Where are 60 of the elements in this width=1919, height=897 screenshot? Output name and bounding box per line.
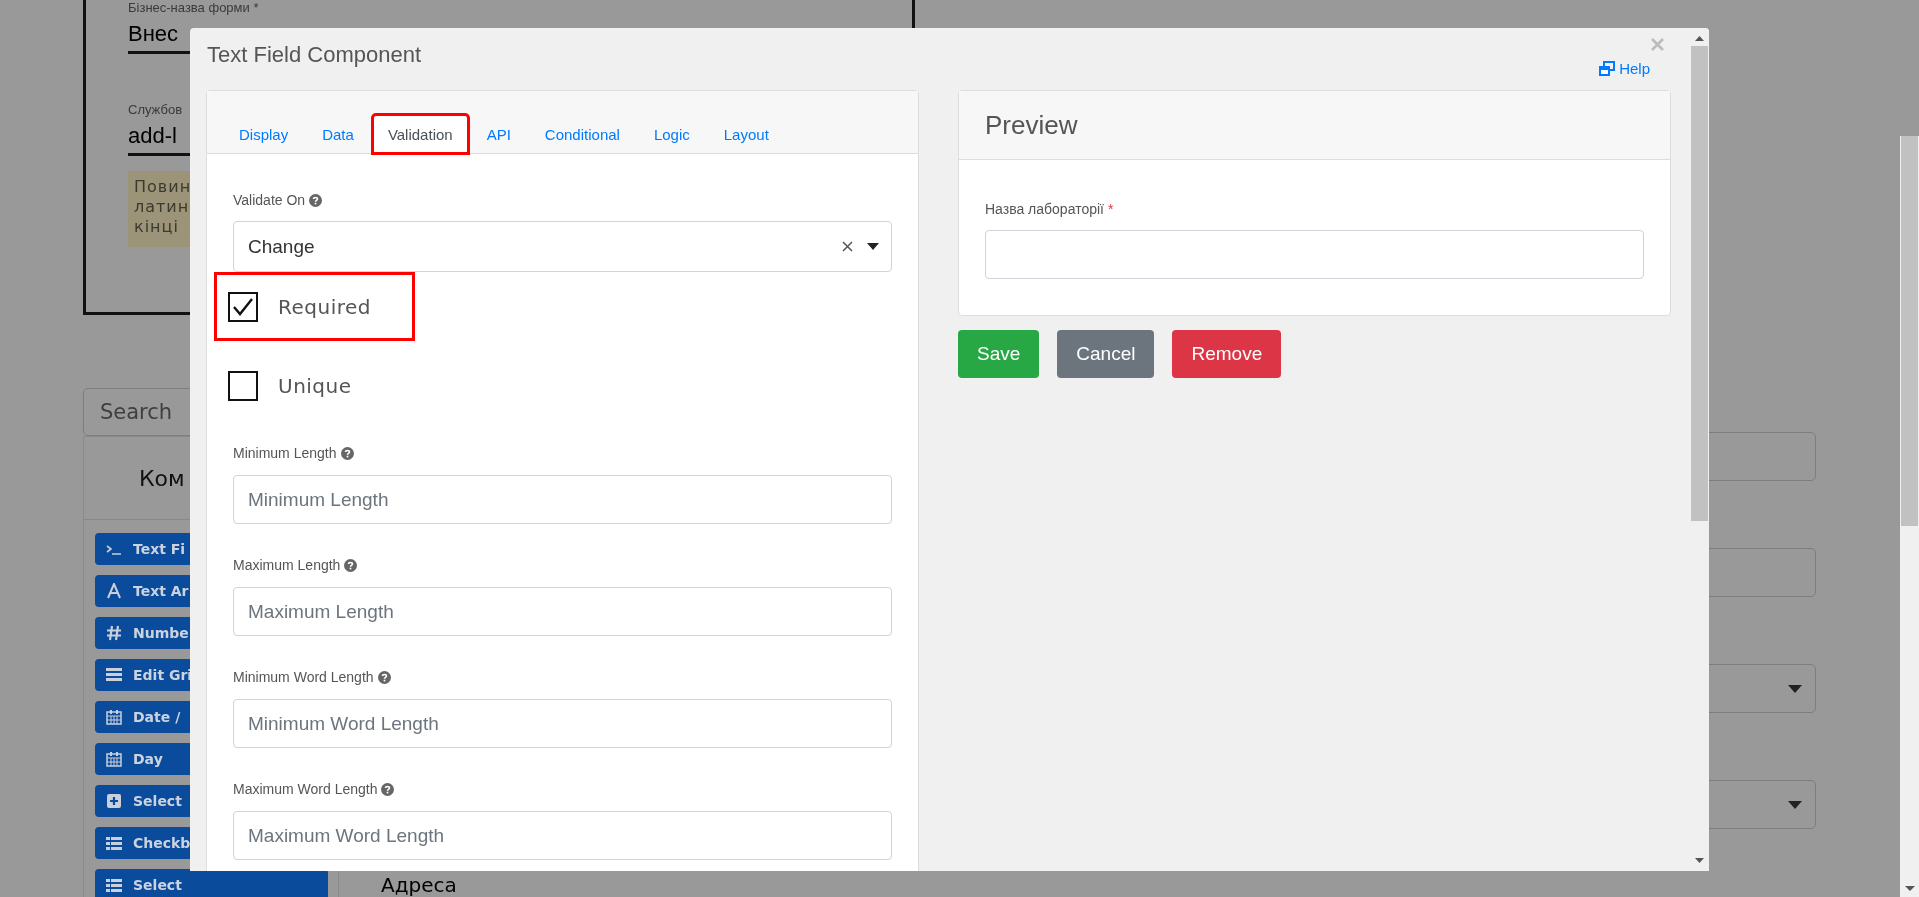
action-button[interactable]: Cancel — [1057, 330, 1155, 378]
input-field[interactable]: Maximum Length — [233, 587, 892, 636]
tab[interactable]: Display — [223, 114, 305, 154]
input-field[interactable]: Minimum Length — [233, 475, 892, 524]
scroll-down-icon[interactable] — [1695, 858, 1704, 863]
field-label: Службов — [128, 102, 183, 117]
table-icon — [106, 667, 122, 683]
tab[interactable]: Conditional — [528, 114, 636, 154]
clear-icon[interactable] — [842, 241, 853, 252]
calendar-icon — [106, 709, 122, 725]
checkbox-label: Required — [278, 294, 371, 319]
caret-icon — [1788, 684, 1802, 693]
dialog-title: Text Field Component — [207, 42, 421, 68]
plus-square-icon — [106, 793, 122, 809]
scroll-down-icon[interactable] — [1904, 886, 1915, 891]
preview-title: Preview — [985, 109, 1078, 141]
checkbox-label: Unique — [278, 373, 352, 398]
action-button[interactable]: Remove — [1172, 330, 1282, 378]
field-label: Бізнес-назва форми * — [128, 0, 259, 15]
tab[interactable]: Validation — [371, 114, 469, 154]
tab[interactable]: Layout — [707, 114, 785, 154]
checkbox[interactable] — [228, 370, 258, 401]
caret-icon — [867, 243, 879, 250]
note-text: латин — [134, 197, 190, 217]
hash-icon — [106, 625, 122, 641]
list-icon — [106, 877, 122, 893]
external-window-icon — [1599, 61, 1616, 76]
required-mark: * — [1107, 201, 1114, 217]
tab[interactable]: API — [470, 114, 527, 154]
input-field[interactable]: Maximum Word Length — [233, 811, 892, 860]
caret-icon — [1788, 800, 1802, 809]
help-icon — [377, 670, 391, 684]
field-label: Maximum Word Length — [233, 781, 378, 797]
calendar-icon — [106, 751, 122, 767]
help-icon — [381, 782, 395, 796]
help-link[interactable]: Help — [1599, 60, 1650, 77]
help-icon — [309, 193, 323, 207]
list-icon — [106, 835, 122, 851]
help-icon — [340, 446, 354, 460]
field-label: Maximum Length — [233, 557, 341, 573]
field-label: Minimum Length — [233, 445, 337, 461]
scroll-up-icon[interactable] — [1695, 36, 1704, 41]
tab[interactable]: Logic — [637, 114, 706, 154]
font-icon — [106, 583, 122, 599]
panel-title: Ком — [139, 465, 185, 491]
select-value: Change — [248, 235, 315, 258]
field-label: Validate On — [233, 192, 306, 208]
input-field[interactable] — [985, 230, 1644, 279]
checkbox[interactable] — [228, 291, 258, 322]
help-icon — [344, 558, 358, 572]
input-field[interactable]: Minimum Word Length — [233, 699, 892, 748]
field-label: Адреса — [381, 873, 457, 897]
field-label: Назва лабораторії — [985, 201, 1104, 217]
tab[interactable]: Data — [306, 114, 370, 154]
note-text: кінці — [134, 217, 179, 237]
component-button[interactable]: Select — [95, 869, 328, 897]
field-label: Minimum Word Length — [233, 669, 374, 685]
note-text: Повин — [134, 177, 192, 197]
action-button[interactable]: Save — [958, 330, 1040, 378]
select-field[interactable]: Change — [233, 221, 892, 272]
